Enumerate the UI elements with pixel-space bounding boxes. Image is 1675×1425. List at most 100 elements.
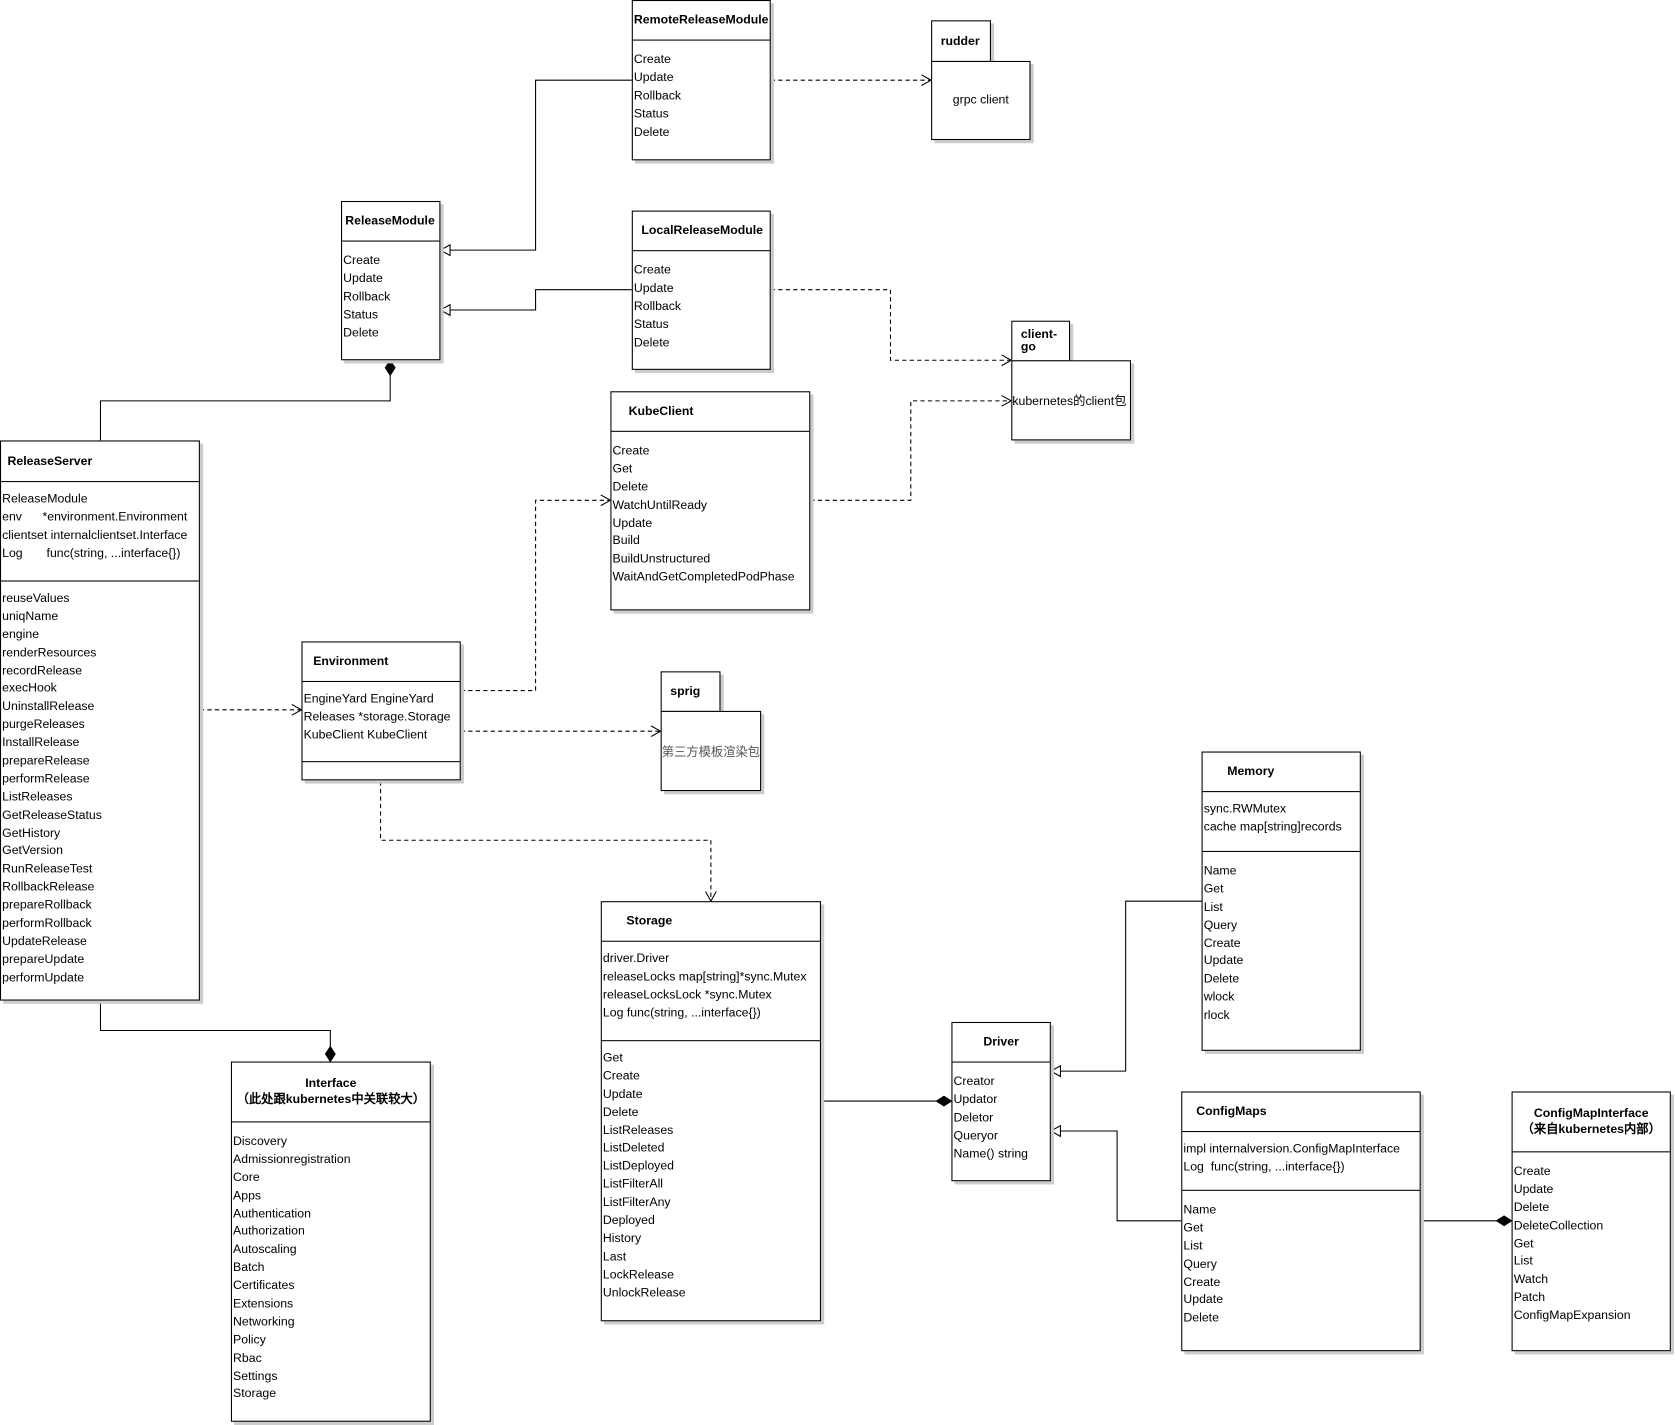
method: renderResources — [2, 646, 97, 660]
method: Delete — [633, 125, 670, 139]
method: Update — [602, 1088, 643, 1101]
class-remote[interactable]: RemoteReleaseModule Create Update Rollback S… — [631, 0, 771, 161]
attribute: Log func(string, ...interface{}) — [1183, 1160, 1345, 1174]
relation-composition — [99, 359, 396, 441]
methods-section: Create Update Rollback Status Delete — [342, 242, 439, 343]
class-releasemodule[interactable]: ReleaseModule Create Update Rollback Status D… — [341, 200, 441, 361]
package-name: rudder — [940, 34, 980, 48]
class-header: RemoteReleaseModule — [632, 1, 770, 41]
method: performRelease — [2, 772, 90, 786]
relation-composition — [1420, 1215, 1513, 1227]
package-tab: rudder — [931, 20, 991, 63]
method: Queryor — [953, 1129, 998, 1143]
method: Get — [1203, 882, 1224, 896]
method: UninstallRelease — [2, 700, 95, 714]
method: reuseValues — [2, 592, 70, 606]
relation-line — [380, 781, 712, 902]
method: Update — [612, 516, 653, 530]
method: Deletor — [953, 1111, 994, 1125]
method: Rollback — [633, 89, 682, 103]
method: engine — [2, 628, 40, 642]
class-name: KubeClient — [628, 405, 694, 418]
relation-dependency — [810, 395, 1013, 501]
method: Settings — [233, 1370, 278, 1383]
method: Update — [1183, 1293, 1224, 1307]
method: Updator — [953, 1093, 998, 1107]
relation-line — [1050, 900, 1202, 1072]
method: Query — [1183, 1257, 1217, 1271]
method: Delete — [602, 1106, 639, 1119]
class-name: ConfigMapInterface — [1533, 1106, 1649, 1120]
method: Name — [1183, 1203, 1217, 1217]
class-interface[interactable]: Interface （此处跟kubernetes中关联较大） Discovery Ad… — [230, 1061, 431, 1422]
class-name: ReleaseServer — [7, 454, 93, 468]
relation-generalization — [1049, 1124, 1182, 1222]
package-body: kubernetes的client包 — [1011, 360, 1132, 441]
class-subtitle: （来自kubernetes内部） — [1521, 1122, 1661, 1136]
relation-generalization — [439, 79, 632, 257]
method: Policy — [233, 1333, 266, 1347]
method: Delete — [633, 336, 670, 350]
package-body: 第三方模板渲染包 — [660, 710, 762, 792]
method: Name — [1203, 864, 1237, 878]
method: Creator — [953, 1075, 995, 1089]
method: Update — [633, 282, 674, 295]
method: Create — [633, 264, 671, 277]
method: Watch — [1513, 1273, 1549, 1287]
attribute: sync.RWMutex — [1203, 802, 1287, 816]
method: Get — [1183, 1221, 1204, 1235]
method: UpdateRelease — [2, 935, 87, 949]
attribute: KubeClient KubeClient — [303, 728, 428, 742]
methods-section: Create Update Delete DeleteCollection Get Lis… — [1513, 1152, 1670, 1325]
class-header: ConfigMapInterface （来自kubernetes内部） — [1512, 1093, 1670, 1153]
method: Query — [1203, 918, 1238, 932]
hollow-triangle-icon — [439, 243, 451, 257]
class-releaseserver[interactable]: ReleaseServer ReleaseModule env *environme… — [0, 440, 200, 1001]
method: Authentication — [233, 1207, 311, 1221]
class-local[interactable]: LocalReleaseModule Create Update Rollback St… — [631, 210, 771, 370]
package-description: grpc client — [952, 94, 1009, 107]
method: LockRelease — [602, 1268, 674, 1282]
class-header: ReleaseModule — [342, 202, 440, 242]
filled-diamond-icon — [324, 1045, 336, 1063]
uml-class-diagram: RemoteReleaseModule Create Update Rollback S… — [0, 0, 1675, 1425]
method: rlock — [1203, 1009, 1230, 1023]
method: History — [602, 1232, 642, 1246]
method: Delete — [1183, 1312, 1219, 1325]
method: GetVersion — [2, 845, 63, 858]
method: Patch — [1513, 1291, 1546, 1305]
relation-line — [440, 289, 632, 311]
relation-generalization — [1049, 900, 1202, 1078]
filled-diamond-icon — [1495, 1215, 1513, 1227]
method: execHook — [2, 682, 57, 696]
method: List — [1513, 1255, 1533, 1269]
methods-section: Create Update Rollback Status Delete — [633, 251, 770, 352]
method: Deployed — [602, 1214, 655, 1228]
class-name: Driver — [983, 1035, 1019, 1049]
method: uniqName — [2, 610, 59, 624]
class-environment[interactable]: Environment EngineYard EngineYard Releases… — [301, 641, 461, 781]
method: ConfigMapExpansion — [1513, 1309, 1631, 1323]
class-configmapinterface[interactable]: ConfigMapInterface （来自kubernetes内部） Create… — [1511, 1091, 1671, 1352]
class-configmaps[interactable]: ConfigMaps impl internalversion.ConfigMap… — [1181, 1091, 1421, 1352]
class-kubeclient[interactable]: KubeClient Create Get Delete WatchUntilReady… — [610, 391, 811, 611]
method: Autoscaling — [233, 1243, 297, 1257]
relation-dependency — [380, 781, 717, 903]
class-storage[interactable]: Storage driver.Driver releaseLocks map[str… — [600, 901, 821, 1322]
methods-section: reuseValues uniqName engine renderResources… — [1, 582, 199, 988]
class-memory[interactable]: Memory sync.RWMutex cache map[string]recor… — [1201, 751, 1361, 1051]
class-name: Memory — [1227, 765, 1275, 779]
class-header: Storage — [601, 902, 820, 942]
attributes-section: sync.RWMutex cache map[string]records — [1202, 792, 1360, 852]
class-name: Interface — [305, 1077, 357, 1090]
package-name: client-go — [1020, 328, 1058, 354]
class-driver[interactable]: Driver Creator Updator Deletor Queryor Name()… — [951, 1021, 1051, 1182]
relation-dependency — [460, 494, 612, 692]
method: Batch — [233, 1261, 265, 1275]
hollow-triangle-icon — [1049, 1064, 1061, 1078]
method: Status — [343, 308, 379, 322]
class-header: ConfigMaps — [1182, 1093, 1420, 1133]
attribute: driver.Driver — [602, 952, 670, 966]
method: RollbackRelease — [2, 881, 95, 894]
method: GetReleaseStatus — [2, 808, 102, 822]
